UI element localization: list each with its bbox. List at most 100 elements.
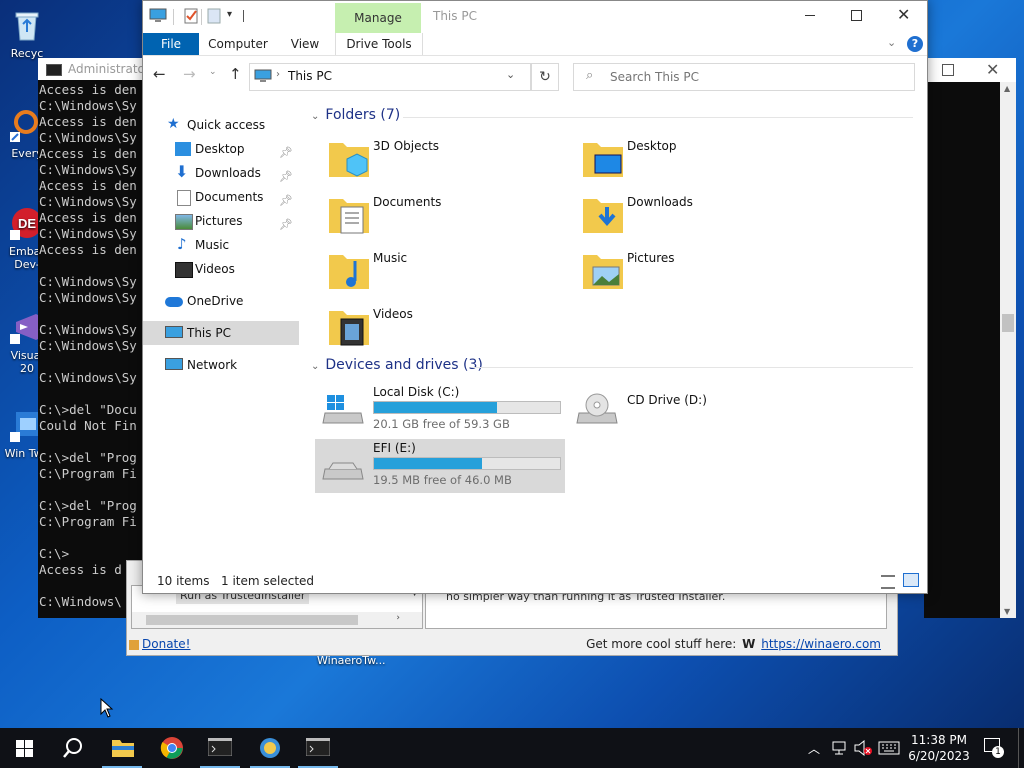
back-icon[interactable]: ← xyxy=(153,65,166,83)
action-center-button[interactable]: 1 xyxy=(978,736,1008,760)
console-titlebar[interactable]: Administrator xyxy=(38,58,148,80)
taskbar-file-explorer[interactable] xyxy=(98,728,146,768)
address-bar[interactable]: › This PC ⌄ xyxy=(249,63,531,91)
sidebar-item-documents[interactable]: Documents 📌︎ xyxy=(143,185,299,209)
folder-item-desktop[interactable]: Desktop xyxy=(581,137,831,191)
network-icon[interactable] xyxy=(832,740,848,756)
maximize-icon[interactable] xyxy=(942,64,954,76)
scroll-thumb[interactable] xyxy=(1002,314,1014,332)
more-stuff: Get more cool stuff here: W https://wina… xyxy=(586,637,881,651)
folder-item-downloads[interactable]: Downloads xyxy=(581,193,831,247)
customize-qat-icon[interactable]: ▾ xyxy=(227,9,232,20)
console-line: C:\Program Fi xyxy=(39,514,137,529)
taskbar-console-2[interactable] xyxy=(294,728,342,768)
search-input[interactable] xyxy=(608,67,902,87)
large-icons-view-icon[interactable] xyxy=(903,573,919,587)
console-icon xyxy=(208,738,232,756)
manage-tab[interactable]: Manage xyxy=(335,3,421,33)
console-line: C:\Windows\Sy xyxy=(39,274,137,289)
computer-icon[interactable] xyxy=(149,8,167,24)
expand-ribbon-icon[interactable]: ⌄ xyxy=(887,36,896,49)
search-button[interactable] xyxy=(48,728,96,768)
breadcrumb-arrow-icon[interactable]: › xyxy=(276,69,280,80)
forward-icon[interactable]: → xyxy=(183,65,196,83)
taskbar-console-1[interactable] xyxy=(196,728,244,768)
folder-item-pictures[interactable]: Pictures xyxy=(581,249,831,303)
folder-item-3d-objects[interactable]: 3D Objects xyxy=(327,137,577,191)
recycle-bin-icon xyxy=(15,12,39,41)
sidebar-item-desktop[interactable]: Desktop 📌︎ xyxy=(143,137,299,161)
documents-icon xyxy=(177,190,191,206)
console-line: C:\Windows\Sy xyxy=(39,98,137,113)
sidebar-item-videos[interactable]: Videos xyxy=(143,257,299,281)
sidebar-item-music[interactable]: ♪ Music xyxy=(143,233,299,257)
console-window-right[interactable]: ✕ ▲ ▼ xyxy=(924,58,1016,618)
console-line: C:\Windows\Sy xyxy=(39,130,137,145)
sidebar-item-network[interactable]: Network xyxy=(143,353,299,377)
scroll-right-icon[interactable]: › xyxy=(396,613,400,623)
volume-muted-icon[interactable] xyxy=(854,740,872,756)
show-hidden-icons-icon[interactable]: ︿ xyxy=(808,740,820,757)
drive-icon xyxy=(322,462,364,480)
taskbar-chrome[interactable] xyxy=(148,728,196,768)
winaero-link[interactable]: https://winaero.com xyxy=(761,637,881,651)
sidebar-item-this-pc[interactable]: This PC xyxy=(143,321,299,345)
details-view-icon[interactable] xyxy=(881,575,895,589)
drive-item-c[interactable]: Local Disk (C:) 20.1 GB free of 59.3 GB xyxy=(315,383,565,437)
taskbar-winaero[interactable] xyxy=(246,728,294,768)
folder-downloads-icon xyxy=(583,199,623,233)
scroll-thumb[interactable] xyxy=(146,615,358,625)
help-icon[interactable]: ? xyxy=(907,36,923,52)
sidebar-item-pictures[interactable]: Pictures 📌︎ xyxy=(143,209,299,233)
new-folder-icon[interactable] xyxy=(207,8,221,24)
keyboard-icon[interactable] xyxy=(878,741,900,755)
folder-item-videos[interactable]: Videos xyxy=(327,305,577,359)
explorer-window[interactable]: ▾ Manage This PC ✕ File Computer View Dr… xyxy=(142,0,928,594)
clock[interactable]: 11:38 PM 6/20/2023 xyxy=(906,732,972,764)
cloud-icon xyxy=(165,297,183,307)
console-output: Access is den C:\Windows\Sy Access is den C… xyxy=(38,80,148,612)
close-icon[interactable]: ✕ xyxy=(897,5,910,24)
scroll-up-icon[interactable]: ▲ xyxy=(1004,84,1010,93)
scroll-down-icon[interactable]: ▼ xyxy=(1004,607,1010,616)
tab-computer[interactable]: Computer xyxy=(203,33,273,55)
tab-drive-tools[interactable]: Drive Tools xyxy=(335,33,423,55)
tab-file[interactable]: File xyxy=(143,33,199,55)
up-icon[interactable]: ↑ xyxy=(229,65,242,83)
show-desktop-button[interactable] xyxy=(1018,728,1024,768)
content-pane[interactable]: ⌄ Folders (7) 3D Objects Desktop Document… xyxy=(307,101,917,561)
tab-view[interactable]: View xyxy=(283,33,327,55)
navigation-pane[interactable]: ★ Quick access Desktop 📌︎ ⬇ Downloads 📌︎… xyxy=(143,101,299,561)
drive-item-e[interactable]: EFI (E:) 19.5 MB free of 46.0 MB xyxy=(315,439,565,493)
status-selection: 1 item selected xyxy=(221,574,315,588)
address-dropdown-icon[interactable]: ⌄ xyxy=(506,68,515,81)
sidebar-item-onedrive[interactable]: OneDrive xyxy=(143,289,299,313)
drive-item-d[interactable]: CD Drive (D:) xyxy=(569,383,819,437)
close-icon[interactable]: ✕ xyxy=(986,58,999,82)
folder-item-documents[interactable]: Documents xyxy=(327,193,577,247)
maximize-icon[interactable] xyxy=(851,10,862,21)
sidebar-item-downloads[interactable]: ⬇ Downloads 📌︎ xyxy=(143,161,299,185)
refresh-button[interactable]: ↻ xyxy=(531,63,559,91)
recent-locations-icon[interactable]: ⌄ xyxy=(209,67,217,77)
collapse-chevron-icon[interactable]: ⌄ xyxy=(311,361,319,372)
minimize-icon[interactable] xyxy=(805,15,815,16)
console-right-titlebar[interactable]: ✕ xyxy=(924,58,1016,82)
desktop-icon-recycle-bin[interactable]: Recyc xyxy=(4,8,50,60)
folders-group-header[interactable]: ⌄ Folders (7) xyxy=(311,107,400,129)
properties-icon[interactable] xyxy=(183,8,199,24)
console-scrollbar[interactable]: ▲ ▼ xyxy=(1000,82,1016,618)
collapse-chevron-icon[interactable]: ⌄ xyxy=(311,111,319,122)
donate-link[interactable]: Donate! xyxy=(129,637,190,651)
search-box[interactable]: ⌕ xyxy=(573,63,915,91)
horizontal-scrollbar[interactable]: › xyxy=(132,612,422,628)
ribbon-tabs: File Computer View Drive Tools ⌄ ? xyxy=(143,33,927,56)
start-button[interactable] xyxy=(0,728,48,768)
folder-item-music[interactable]: Music xyxy=(327,249,577,303)
sidebar-item-quick-access[interactable]: ★ Quick access xyxy=(143,113,299,137)
title-bar[interactable]: ▾ Manage This PC ✕ xyxy=(143,1,927,33)
console-window[interactable]: Administrator Access is den C:\Windows\Sy… xyxy=(38,58,148,618)
drives-group-header[interactable]: ⌄ Devices and drives (3) xyxy=(311,357,483,379)
